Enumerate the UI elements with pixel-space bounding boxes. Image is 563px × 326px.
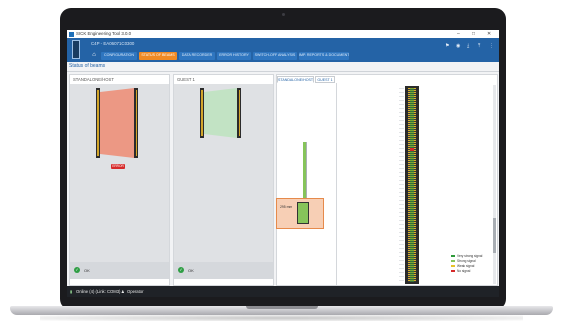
webcam — [282, 13, 285, 16]
detail-split-divider — [336, 83, 337, 285]
app-logo-icon — [69, 31, 74, 37]
scrollbar-thumb[interactable] — [493, 218, 496, 253]
close-button[interactable]: ✕ — [487, 30, 491, 38]
window-title: SICK Engineering Tool 3.0.0 — [76, 31, 132, 36]
tab-detail-host[interactable]: STANDALONE/HOST — [277, 76, 314, 83]
legend-swatch — [451, 269, 455, 273]
legend-swatch — [451, 259, 455, 263]
maximize-button[interactable]: □ — [472, 30, 475, 38]
zoom-device-outline — [297, 202, 309, 224]
user-role[interactable]: Operator — [127, 286, 144, 297]
device-name: C4P - EA06071C0300 — [91, 41, 135, 46]
error-badge: ERROR — [111, 164, 125, 169]
tab-data-recorder[interactable]: DATA RECORDER — [179, 52, 215, 60]
beam-interrupt-marker — [410, 148, 414, 151]
guest-sender-strip — [201, 90, 203, 136]
beam-ruler — [399, 88, 404, 282]
laptop-shadow — [40, 315, 523, 321]
beam-signal-bar — [410, 88, 414, 282]
tab-detail-guest[interactable]: GUEST 1 — [315, 76, 335, 83]
laptop-notch — [246, 306, 318, 309]
tab-error-history[interactable]: ERROR HISTORY — [217, 52, 251, 60]
divider — [67, 71, 499, 72]
download-icon[interactable]: ⤓ — [467, 43, 469, 49]
connection-status: Online (4) (Link: COM3) — [76, 289, 121, 294]
home-icon[interactable]: ⌂ — [89, 51, 99, 60]
legend-swatch — [451, 254, 455, 258]
scrollbar-track[interactable] — [493, 85, 496, 284]
host-receiver-strip — [135, 90, 137, 156]
flag-icon[interactable]: ⚑ — [445, 43, 449, 49]
host-panel-title: STANDALONE/HOST — [73, 77, 114, 82]
overview-edge — [306, 142, 307, 200]
upload-icon[interactable]: ⤒ — [478, 43, 480, 49]
legend-strong: Strong signal — [451, 259, 476, 263]
zoom-label: 295 mm — [280, 205, 293, 209]
device-icon — [72, 40, 80, 59]
tab-configuration[interactable]: CONFIGURATION — [101, 52, 137, 60]
connection-icon: ▮ — [70, 289, 73, 294]
minimize-button[interactable]: – — [457, 30, 460, 38]
eye-icon[interactable]: ◉ — [456, 43, 460, 49]
check-icon: ✓ — [178, 267, 184, 273]
app-window: SICK Engineering Tool 3.0.0 – □ ✕ C4P - … — [67, 30, 499, 297]
user-icon: ♟ — [121, 289, 125, 294]
host-status-text: OK — [84, 268, 90, 273]
tab-reports-documents[interactable]: IMP. REPORTS & DOCUMENTS — [299, 52, 349, 60]
guest-receiver-strip — [238, 90, 240, 136]
window-titlebar — [67, 30, 499, 38]
more-icon[interactable]: ⋮ — [489, 43, 494, 49]
guest-panel-title: GUEST 1 — [177, 77, 195, 82]
tab-status-of-beams[interactable]: STATUS OF BEAMS — [139, 52, 177, 60]
host-sender-strip — [97, 90, 99, 156]
legend-swatch — [451, 264, 455, 268]
legend-none: No signal — [451, 269, 470, 273]
tab-switch-off-analysis[interactable]: SWITCH-OFF ANALYSIS — [253, 52, 297, 60]
legend-very-strong: Very strong signal — [451, 254, 482, 258]
page-title: Status of beams — [69, 63, 106, 69]
check-icon: ✓ — [74, 267, 80, 273]
guest-beam-field — [204, 88, 237, 138]
guest-status-text: OK — [188, 268, 194, 273]
legend-weak: Weak signal — [451, 264, 474, 268]
host-beam-field — [100, 88, 134, 158]
